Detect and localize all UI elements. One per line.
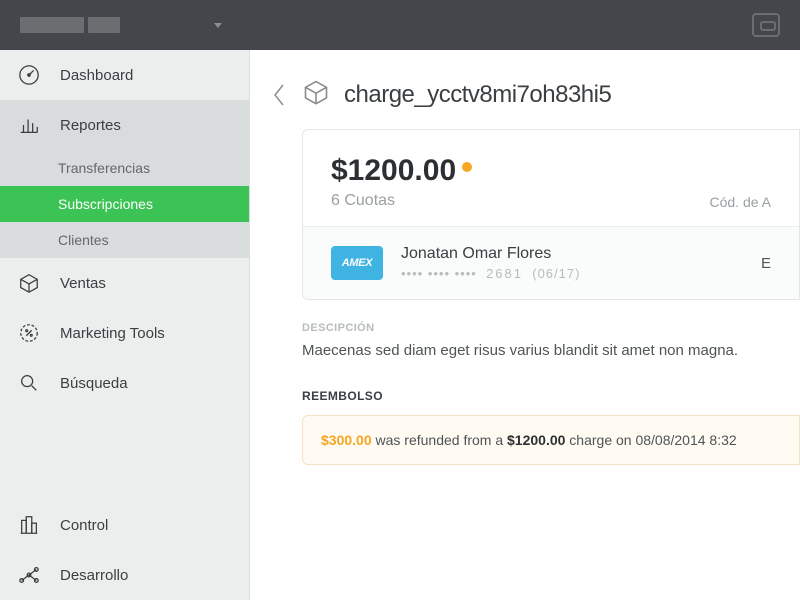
sidebar-item-label: Desarrollo	[60, 567, 128, 584]
card-holder: Jonatan Omar Flores	[401, 245, 743, 263]
percent-badge-icon	[18, 322, 40, 344]
auth-code-label: Cód. de A	[710, 194, 772, 210]
sidebar-item-label: Transferencias	[58, 160, 150, 176]
topbar	[0, 0, 800, 50]
card-number-masked: •••• •••• •••• 2681 (06/17)	[401, 266, 743, 281]
card-brand-badge: AMEX	[331, 246, 383, 280]
sidebar-item-ventas[interactable]: Ventas	[0, 258, 249, 308]
refund-amount: $300.00	[321, 432, 372, 448]
chevron-down-icon	[214, 23, 222, 28]
sidebar-item-label: Control	[60, 517, 108, 534]
box-icon	[18, 272, 40, 294]
amount-value: $1200.00	[331, 154, 456, 188]
refund-label: Reembolso	[250, 363, 800, 415]
charge-id: charge_ycctv8mi7oh83hi5	[344, 81, 611, 109]
sidebar-section-reportes: Reportes Transferencias Subscripciones C…	[0, 100, 249, 258]
sidebar: Dashboard Reportes Transferencias Subscr…	[0, 50, 250, 600]
charge-amount: $1200.00	[331, 154, 472, 188]
sidebar-item-reportes[interactable]: Reportes	[0, 100, 249, 150]
sidebar-item-label: Subscripciones	[58, 196, 153, 212]
sidebar-item-subscripciones[interactable]: Subscripciones	[0, 186, 249, 222]
gauge-icon	[18, 64, 40, 86]
org-switcher[interactable]	[20, 17, 222, 33]
refund-notice: $300.00 was refunded from a $1200.00 cha…	[302, 415, 800, 465]
charge-description: Maecenas sed diam eget risus varius blan…	[250, 340, 800, 363]
card-status: E	[761, 255, 771, 272]
sidebar-item-label: Búsqueda	[60, 375, 128, 392]
main-content: charge_ycctv8mi7oh83hi5 $1200.00 6 Cuota…	[250, 50, 800, 600]
sidebar-item-label: Ventas	[60, 275, 106, 292]
box-icon	[302, 78, 330, 111]
search-icon	[18, 372, 40, 394]
network-icon	[18, 564, 40, 586]
card-brand-text: AMEX	[342, 257, 373, 269]
sidebar-item-desarrollo[interactable]: Desarrollo	[0, 550, 249, 600]
status-dot-icon	[462, 162, 472, 172]
sidebar-item-marketing[interactable]: Marketing Tools	[0, 308, 249, 358]
charge-panel: $1200.00 6 Cuotas Cód. de A AMEX Jonatan…	[302, 129, 800, 300]
sidebar-item-label: Reportes	[60, 117, 121, 134]
buildings-icon	[18, 514, 40, 536]
bar-chart-icon	[18, 114, 40, 136]
refund-charge-amount: $1200.00	[507, 432, 565, 448]
description-label: Descipción	[250, 300, 800, 340]
sidebar-item-transferencias[interactable]: Transferencias	[0, 150, 249, 186]
charge-header: charge_ycctv8mi7oh83hi5	[250, 78, 800, 129]
sidebar-item-busqueda[interactable]: Búsqueda	[0, 358, 249, 408]
sidebar-item-clientes[interactable]: Clientes	[0, 222, 249, 258]
sidebar-item-label: Marketing Tools	[60, 325, 165, 342]
sidebar-item-dashboard[interactable]: Dashboard	[0, 50, 249, 100]
sidebar-item-control[interactable]: Control	[0, 500, 249, 550]
card-row: AMEX Jonatan Omar Flores •••• •••• •••• …	[303, 226, 799, 299]
back-button[interactable]	[270, 81, 288, 109]
sidebar-item-label: Dashboard	[60, 67, 133, 84]
wallet-icon[interactable]	[752, 13, 780, 37]
org-name-placeholder	[20, 17, 120, 33]
charge-cuotas: 6 Cuotas	[331, 192, 472, 210]
sidebar-item-label: Clientes	[58, 232, 109, 248]
